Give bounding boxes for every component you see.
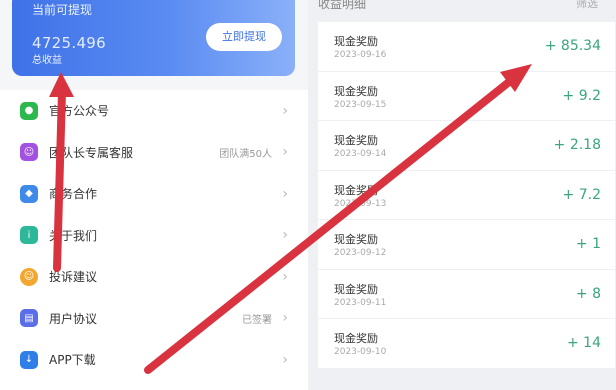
- menu-item-official-account[interactable]: ● 官方公众号 ›: [0, 90, 308, 132]
- earnings-value: + 1: [575, 236, 601, 252]
- wechat-icon: ●: [20, 101, 38, 120]
- chevron-right-icon: ›: [282, 351, 288, 368]
- earnings-list: 现金奖励 2023-09-16 + 85.34 现金奖励 2023-09-15 …: [318, 22, 615, 369]
- balance-card: 当前可提现 4725.496 总收益 立即提现: [12, 0, 295, 76]
- earnings-row: 现金奖励 2023-09-14 + 2.18: [318, 121, 615, 171]
- earnings-value: + 8: [575, 285, 601, 302]
- chevron-right-icon: ›: [282, 227, 288, 244]
- earnings-date: 2023-09-14: [334, 149, 387, 159]
- filter-button[interactable]: 筛选: [576, 0, 598, 11]
- menu-item-team-service[interactable]: ☺ 团队长专属客服 团队满50人 ›: [0, 132, 308, 174]
- earnings-value: + 14: [567, 335, 601, 351]
- menu-item-feedback[interactable]: ☺ 投诉建议 ›: [0, 256, 308, 298]
- earnings-header: 收益明细: [318, 0, 367, 11]
- earnings-date: 2023-09-11: [334, 297, 387, 308]
- earnings-row: 现金奖励 2023-09-16 + 85.34: [318, 22, 615, 72]
- total-earnings-label: 总收益: [32, 55, 62, 66]
- earnings-date: 2023-09-13: [334, 198, 387, 209]
- earnings-date: 2023-09-10: [334, 347, 387, 357]
- total-earnings-amount: 4725.496: [32, 34, 106, 52]
- chevron-right-icon: ›: [282, 144, 288, 161]
- earnings-value: + 2.18: [553, 137, 601, 153]
- menu-item-label: 团队长专属客服: [49, 145, 134, 160]
- chevron-right-icon: ›: [282, 310, 288, 327]
- earnings-panel: 收益明细 筛选 现金奖励 2023-09-16 + 85.34 现金奖励 202…: [308, 0, 616, 380]
- earnings-title: 现金奖励: [334, 84, 378, 98]
- earnings-row: 现金奖励 2023-09-15 + 9.2: [318, 71, 615, 121]
- menu-item-label: 用户协议: [49, 311, 98, 326]
- earnings-title: 现金奖励: [334, 233, 378, 246]
- earnings-row: 现金奖励 2023-09-12 + 1: [318, 220, 615, 270]
- left-panel: 当前可提现 4725.496 总收益 立即提现 ● 官方公众号 › ☺ 团队长专…: [0, 0, 308, 390]
- settings-menu: ● 官方公众号 › ☺ 团队长专属客服 团队满50人 › ◆ 商务合作 › i …: [0, 90, 308, 390]
- menu-item-label: 关于我们: [49, 228, 98, 243]
- earnings-title: 现金奖励: [334, 282, 378, 296]
- earnings-row: 现金奖励 2023-09-11 + 8: [318, 269, 615, 319]
- earnings-row: 现金奖励 2023-09-10 + 14: [318, 319, 615, 369]
- menu-item-app-download[interactable]: ↓ APP下载 ›: [0, 339, 308, 381]
- about-icon: i: [20, 226, 38, 245]
- agreement-icon: ▤: [20, 309, 38, 328]
- menu-item-label: 官方公众号: [49, 104, 110, 119]
- earnings-title: 现金奖励: [334, 134, 378, 147]
- earnings-date: 2023-09-12: [334, 248, 387, 258]
- earnings-title: 现金奖励: [334, 332, 378, 345]
- earnings-date: 2023-09-16: [334, 50, 387, 60]
- earnings-title: 现金奖励: [334, 183, 378, 197]
- earnings-title: 现金奖励: [334, 35, 378, 48]
- feedback-icon: ☺: [20, 267, 38, 286]
- earnings-date: 2023-09-15: [334, 99, 387, 110]
- service-icon: ☺: [20, 143, 38, 162]
- menu-item-label: 商务合作: [49, 187, 98, 202]
- withdrawable-label: 当前可提现: [32, 3, 93, 17]
- earnings-value: + 9.2: [562, 87, 601, 104]
- menu-item-extra: 已签署: [242, 314, 272, 326]
- earnings-value: + 85.34: [544, 38, 601, 54]
- download-icon: ↓: [20, 350, 38, 369]
- withdraw-button[interactable]: 立即提现: [206, 23, 282, 51]
- menu-item-label: 投诉建议: [49, 270, 98, 285]
- earnings-row: 现金奖励 2023-09-13 + 7.2: [318, 170, 615, 220]
- chevron-right-icon: ›: [282, 185, 288, 202]
- chevron-right-icon: ›: [282, 268, 288, 285]
- menu-item-extra: 团队满50人: [219, 148, 272, 160]
- menu-item-label: APP下载: [49, 353, 96, 368]
- business-icon: ◆: [20, 184, 38, 203]
- menu-item-agreement[interactable]: ▤ 用户协议 已签署 ›: [0, 298, 308, 340]
- menu-item-business[interactable]: ◆ 商务合作 ›: [0, 173, 308, 215]
- earnings-value: + 7.2: [562, 186, 601, 203]
- chevron-right-icon: ›: [282, 102, 288, 119]
- menu-item-about[interactable]: i 关于我们 ›: [0, 215, 308, 257]
